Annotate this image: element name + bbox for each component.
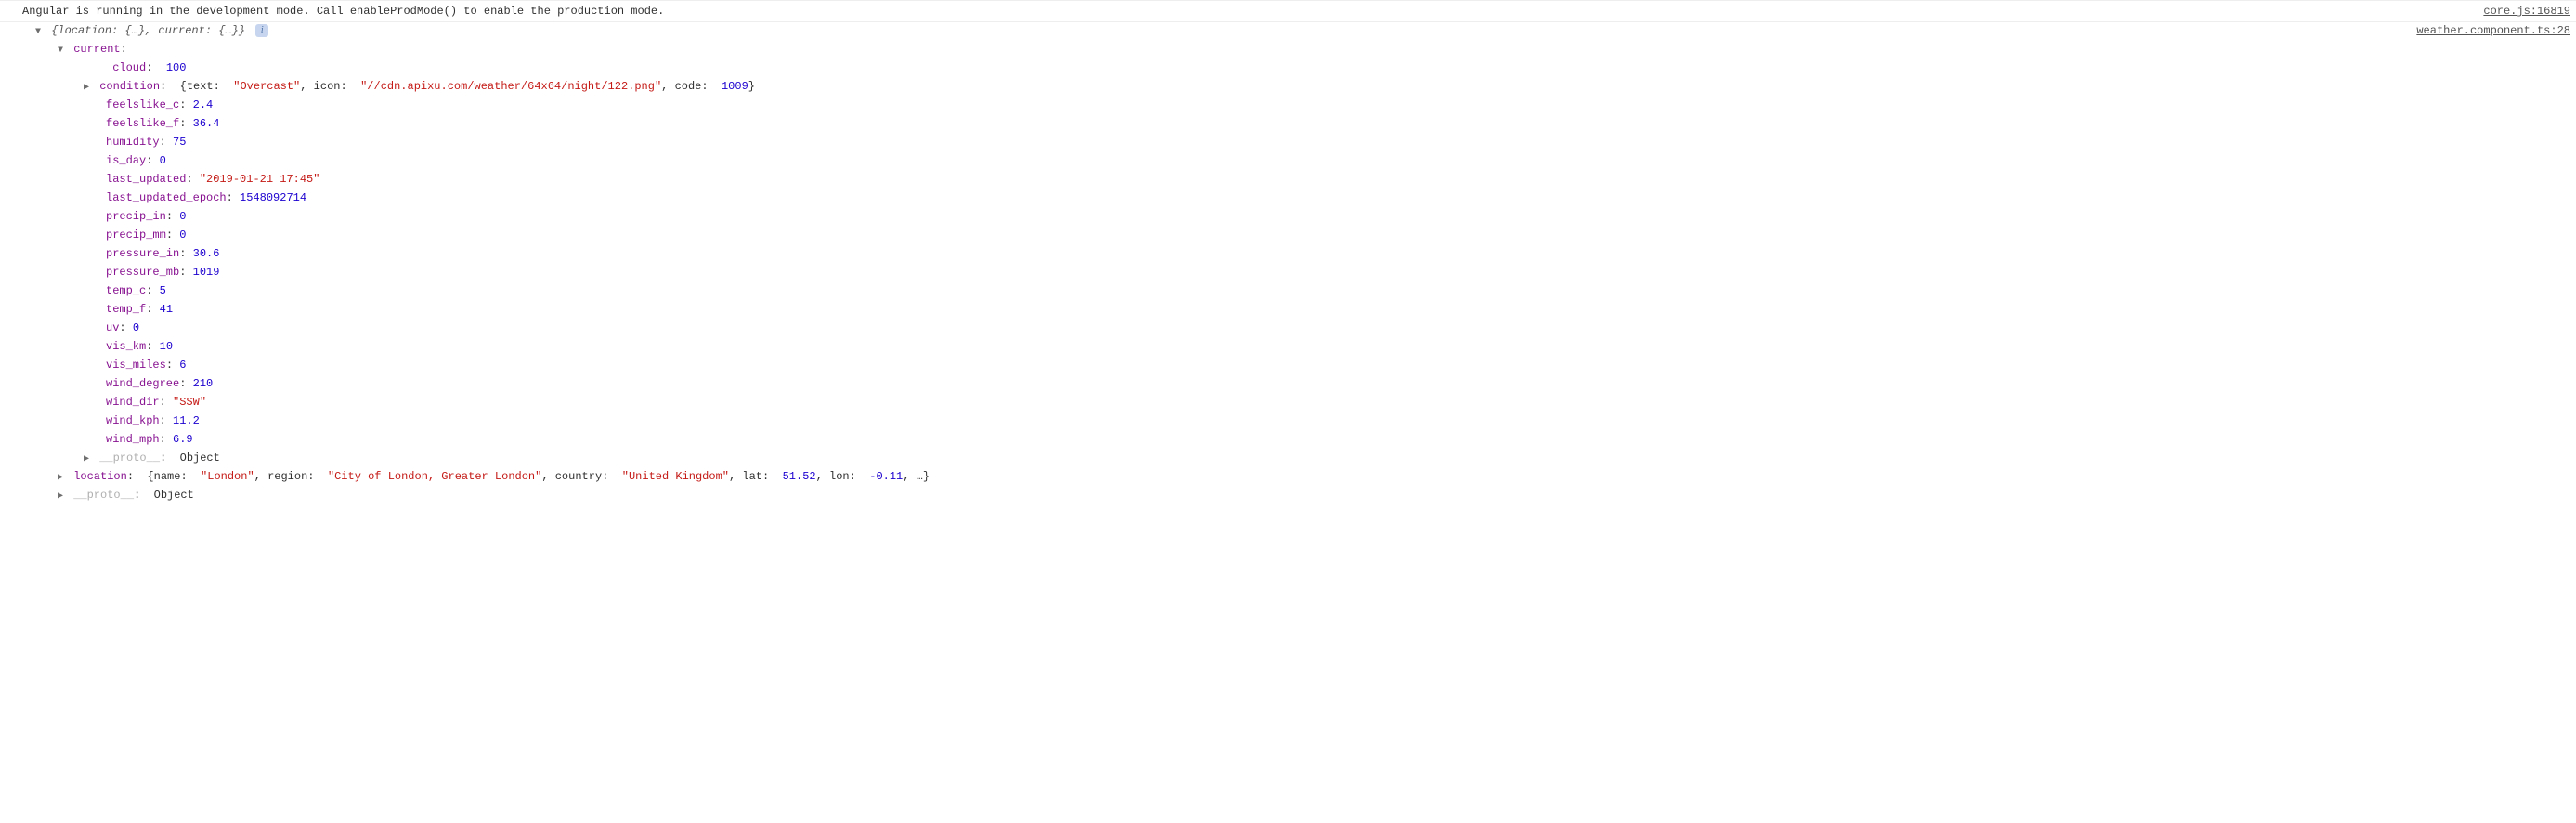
- object-summary-row[interactable]: ▼ {location: {…}, current: {…}} i weathe…: [0, 22, 2576, 41]
- key-label: current: [73, 43, 120, 56]
- inline-value: 1009: [722, 80, 748, 93]
- expand-arrow-right-icon[interactable]: ▶: [56, 489, 65, 505]
- tree-leaf-last-updated-epoch[interactable]: ▶last_updated_epoch: 1548092714: [0, 189, 2576, 208]
- tree-leaf-pressure-mb[interactable]: ▶pressure_mb: 1019: [0, 264, 2576, 282]
- tree-leaf-temp-f[interactable]: ▶temp_f: 41: [0, 301, 2576, 320]
- source-link[interactable]: weather.component.ts:28: [2416, 22, 2570, 39]
- inline-key: code: [675, 80, 702, 93]
- inline-value: "Overcast": [233, 80, 300, 93]
- key-label: __proto__: [73, 489, 134, 502]
- tree-leaf-is-day[interactable]: ▶is_day: 0: [0, 152, 2576, 171]
- expand-arrow-down-icon[interactable]: ▼: [33, 24, 43, 41]
- tree-node-proto[interactable]: ▶ __proto__: Object: [0, 450, 2576, 468]
- tree-leaf-wind-dir[interactable]: ▶wind_dir: "SSW": [0, 394, 2576, 412]
- value: 100: [166, 61, 187, 74]
- tree-leaf-wind-mph[interactable]: ▶wind_mph: 6.9: [0, 431, 2576, 450]
- inline-key: icon: [314, 80, 341, 93]
- tree-leaf-temp-c[interactable]: ▶temp_c: 5: [0, 282, 2576, 301]
- tree-node-condition[interactable]: ▶ condition: {text: "Overcast", icon: "/…: [0, 78, 2576, 97]
- inline-key: text: [187, 80, 214, 93]
- tree-leaf-feelslike-f[interactable]: ▶feelslike_f: 36.4: [0, 115, 2576, 134]
- key-label: __proto__: [99, 451, 160, 464]
- tree-node-location[interactable]: ▶ location: {name: "London", region: "Ci…: [0, 468, 2576, 487]
- object-summary-text: {location: {…}, current: {…}}: [51, 24, 245, 37]
- tree-leaf-uv[interactable]: ▶uv: 0: [0, 320, 2576, 338]
- tree-leaf-humidity[interactable]: ▶humidity: 75: [0, 134, 2576, 152]
- key-label: location: [73, 470, 127, 483]
- tree-leaf-cloud[interactable]: ▶ cloud: 100: [0, 59, 2576, 78]
- info-icon[interactable]: i: [255, 24, 268, 37]
- expand-arrow-down-icon[interactable]: ▼: [56, 43, 65, 59]
- tree-leaf-precip-in[interactable]: ▶precip_in: 0: [0, 208, 2576, 227]
- source-link[interactable]: core.js:16819: [2483, 3, 2570, 20]
- value: Object: [154, 489, 194, 502]
- key-label: condition: [99, 80, 160, 93]
- tree-leaf-precip-mm[interactable]: ▶precip_mm: 0: [0, 227, 2576, 245]
- tree-leaf-pressure-in[interactable]: ▶pressure_in: 30.6: [0, 245, 2576, 264]
- expand-arrow-right-icon[interactable]: ▶: [82, 451, 91, 468]
- tree-leaf-last-updated[interactable]: ▶last_updated: "2019-01-21 17:45": [0, 171, 2576, 189]
- expand-arrow-right-icon[interactable]: ▶: [82, 80, 91, 97]
- tree-leaf-wind-degree[interactable]: ▶wind_degree: 210: [0, 375, 2576, 394]
- tree-node-proto[interactable]: ▶ __proto__: Object: [0, 487, 2576, 505]
- console-log-row: Angular is running in the development mo…: [0, 0, 2576, 22]
- tree-leaf-wind-kph[interactable]: ▶wind_kph: 11.2: [0, 412, 2576, 431]
- log-message: Angular is running in the development mo…: [22, 3, 664, 20]
- key-label: cloud: [112, 61, 146, 74]
- value: Object: [180, 451, 220, 464]
- tree-leaf-feelslike-c[interactable]: ▶feelslike_c: 2.4: [0, 97, 2576, 115]
- tree-leaf-vis-km[interactable]: ▶vis_km: 10: [0, 338, 2576, 357]
- inline-value: "//cdn.apixu.com/weather/64x64/night/122…: [360, 80, 661, 93]
- tree-node-current[interactable]: ▼ current:: [0, 41, 2576, 59]
- expand-arrow-right-icon[interactable]: ▶: [56, 470, 65, 487]
- tree-leaf-vis-miles[interactable]: ▶vis_miles: 6: [0, 357, 2576, 375]
